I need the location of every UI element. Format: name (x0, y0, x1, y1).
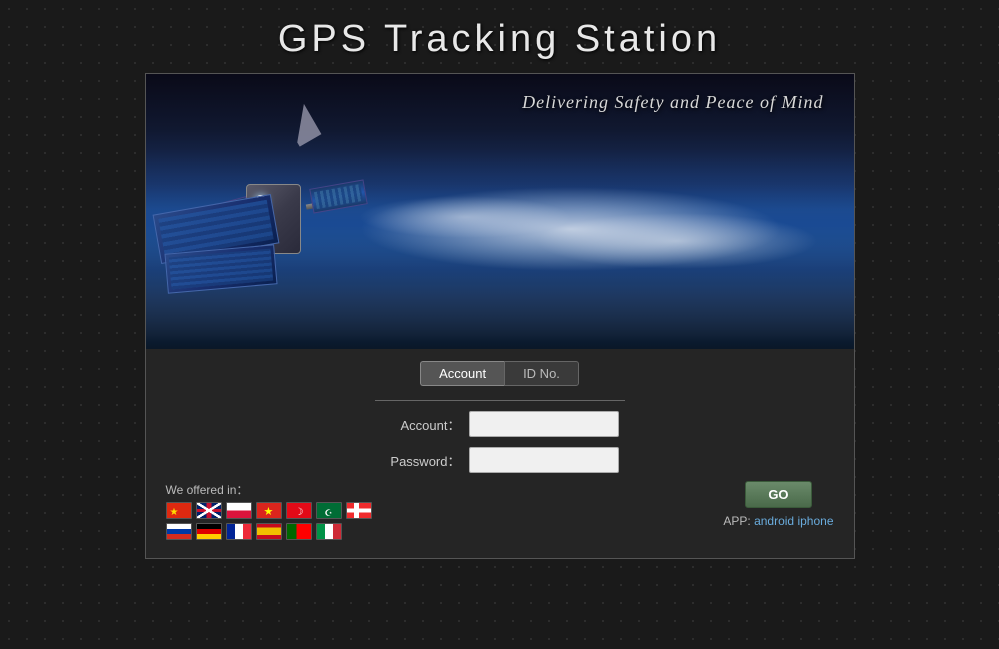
password-input[interactable] (469, 447, 619, 473)
satellite-panel-right (309, 179, 368, 213)
hero-section: Delivering Safety and Peace of Mind (146, 74, 854, 349)
app-prefix: APP: (723, 514, 750, 528)
tab-account[interactable]: Account (420, 361, 504, 386)
flag-cn[interactable] (166, 502, 192, 519)
flag-vn[interactable] (256, 502, 282, 519)
language-section: We offered in： (166, 481, 396, 540)
form-area: Account： Password： (166, 411, 834, 473)
tab-idno[interactable]: ID No. (504, 361, 579, 386)
satellite-lower-panels (156, 204, 296, 284)
go-button[interactable]: GO (745, 481, 811, 508)
flag-pt[interactable] (286, 523, 312, 540)
flags-row-1 (166, 502, 396, 540)
right-section: GO APP: android iphone (723, 481, 833, 528)
login-section: Account ID No. Account： Password： We off… (146, 349, 854, 558)
android-link[interactable]: android (754, 514, 794, 528)
iphone-link[interactable]: iphone (797, 514, 833, 528)
satellite-dish (260, 104, 321, 159)
flag-no[interactable] (346, 502, 372, 519)
account-row: Account： (381, 411, 619, 437)
flag-gb[interactable] (196, 502, 222, 519)
hero-tagline: Delivering Safety and Peace of Mind (522, 92, 823, 113)
flag-fr[interactable] (226, 523, 252, 540)
bottom-row: We offered in： GO APP: android iphone (166, 473, 834, 540)
flag-ru[interactable] (166, 523, 192, 540)
divider-line (375, 400, 625, 401)
password-row: Password： (381, 447, 619, 473)
tab-row: Account ID No. (166, 361, 834, 386)
page-title: GPS Tracking Station (278, 18, 721, 61)
flag-de[interactable] (196, 523, 222, 540)
password-label: Password： (381, 451, 461, 470)
flag-it[interactable] (316, 523, 342, 540)
language-label: We offered in： (166, 481, 396, 498)
account-label: Account： (381, 415, 461, 434)
account-input[interactable] (469, 411, 619, 437)
flag-es[interactable] (256, 523, 282, 540)
flag-pl[interactable] (226, 502, 252, 519)
app-links: APP: android iphone (723, 514, 833, 528)
main-panel: Delivering Safety and Peace of Mind Acco… (145, 73, 855, 559)
flag-tr[interactable] (286, 502, 312, 519)
flag-sa[interactable] (316, 502, 342, 519)
